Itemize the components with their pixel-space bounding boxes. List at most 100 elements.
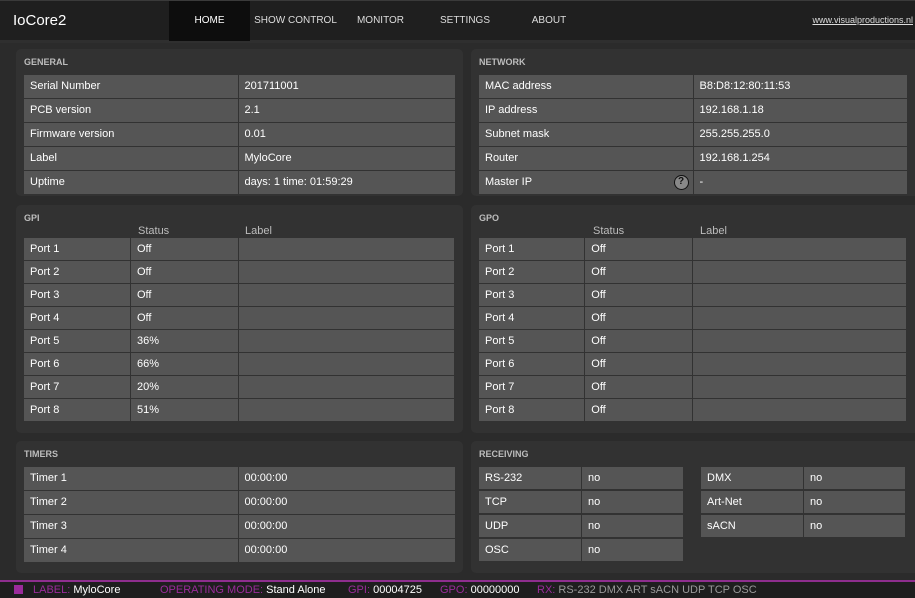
gpo-port-name: Port 7 <box>479 376 585 398</box>
timer-row: Timer 3 00:00:00 <box>24 515 455 538</box>
serial-number-label: Serial Number <box>24 75 238 98</box>
gpi-status-header: Status <box>138 225 170 237</box>
gpo-port-name: Port 3 <box>479 284 585 306</box>
general-row: Firmware version 0.01 <box>24 123 455 146</box>
gpo-port-label[interactable] <box>692 399 906 421</box>
gpi-port-name: Port 4 <box>24 307 130 329</box>
gpo-port-row: Port 2 Off <box>479 261 907 283</box>
gpo-port-row: Port 7 Off <box>479 376 907 398</box>
gpi-port-row: Port 1 Off <box>24 238 455 260</box>
gpi-port-status: Off <box>131 238 238 260</box>
status-rx-key: RX: <box>537 584 556 596</box>
nav-monitor[interactable]: MONITOR <box>341 1 420 41</box>
gpi-port-label[interactable] <box>239 330 454 352</box>
gpo-port-label[interactable] <box>692 307 906 329</box>
gpi-port-name: Port 3 <box>24 284 130 306</box>
serial-number-value: 201711001 <box>238 75 455 98</box>
gpo-port-status[interactable]: Off <box>585 353 692 375</box>
gpi-port-name: Port 8 <box>24 399 130 421</box>
gpo-port-row: Port 5 Off <box>479 330 907 352</box>
gpo-port-row: Port 8 Off <box>479 399 907 421</box>
website-link[interactable]: www.visualproductions.nl <box>812 15 913 25</box>
app-title: IoCore2 <box>13 12 67 29</box>
gpo-port-status[interactable]: Off <box>585 307 692 329</box>
gpi-port-row: Port 8 51% <box>24 399 455 421</box>
gpo-port-status[interactable]: Off <box>585 238 692 260</box>
status-rx-value: RS-232 DMX ART sACN UDP TCP OSC <box>558 584 757 596</box>
gpo-port-label[interactable] <box>692 238 906 260</box>
status-mode-key: OPERATING MODE: <box>160 584 264 596</box>
gpi-port-status: 66% <box>131 353 238 375</box>
gpi-port-label[interactable] <box>239 376 454 398</box>
status-label-key: LABEL: <box>33 584 71 596</box>
timer-label: Timer 2 <box>24 491 238 514</box>
gpo-port-label[interactable] <box>692 376 906 398</box>
gpi-port-name: Port 2 <box>24 261 130 283</box>
rx-udp-value: no <box>582 515 683 537</box>
gpi-port-row: Port 5 36% <box>24 330 455 352</box>
gpo-port-name: Port 6 <box>479 353 585 375</box>
uptime-value: days: 1 time: 01:59:29 <box>238 171 455 194</box>
gpo-port-label[interactable] <box>692 353 906 375</box>
gpo-port-name: Port 1 <box>479 238 585 260</box>
firmware-version-label: Firmware version <box>24 123 238 146</box>
nav-settings[interactable]: SETTINGS <box>420 1 510 41</box>
gpi-port-row: Port 2 Off <box>24 261 455 283</box>
network-row: MAC address B8:D8:12:80:11:53 <box>479 75 907 98</box>
gpo-port-status[interactable]: Off <box>585 376 692 398</box>
gpo-port-row: Port 4 Off <box>479 307 907 329</box>
rx-tcp-label: TCP <box>479 491 581 513</box>
rx-rs232-value: no <box>582 467 683 489</box>
gpi-port-label[interactable] <box>239 284 454 306</box>
help-icon[interactable]: ? <box>673 175 689 190</box>
gpi-port-label[interactable] <box>239 307 454 329</box>
status-mode-value: Stand Alone <box>266 584 326 596</box>
firmware-version-value: 0.01 <box>238 123 455 146</box>
gpi-port-label[interactable] <box>239 238 454 260</box>
receiving-title: RECEIVING <box>479 449 529 459</box>
gpo-port-name: Port 8 <box>479 399 585 421</box>
timer-value: 00:00:00 <box>238 491 455 514</box>
status-mode: OPERATING MODE: Stand Alone <box>160 582 326 598</box>
status-indicator <box>14 585 23 594</box>
receiving-row: RS-232 no DMX no <box>479 467 907 489</box>
gpo-column-headers: Status Label <box>479 225 907 238</box>
gpi-port-row: Port 3 Off <box>24 284 455 306</box>
gpo-port-status[interactable]: Off <box>585 261 692 283</box>
nav-show-control[interactable]: SHOW CONTROL <box>250 1 341 41</box>
gpi-port-label[interactable] <box>239 261 454 283</box>
status-gpi-value: 00004725 <box>373 584 423 596</box>
gpo-port-status[interactable]: Off <box>585 284 692 306</box>
gpo-port-status[interactable]: Off <box>585 330 692 352</box>
gpo-port-label[interactable] <box>692 261 906 283</box>
gpi-panel: GPI Status Label Port 1 Off Port 2 Off P… <box>16 205 463 433</box>
general-row: Serial Number 201711001 <box>24 75 455 98</box>
rx-dmx-value: no <box>804 467 905 489</box>
network-row: Master IP ? - <box>479 171 907 194</box>
gpi-port-label[interactable] <box>239 399 454 421</box>
gpi-port-label[interactable] <box>239 353 454 375</box>
gpi-port-name: Port 7 <box>24 376 130 398</box>
rx-artnet-label: Art-Net <box>701 491 803 513</box>
subnet-mask-label: Subnet mask <box>479 123 693 146</box>
master-ip-value: - <box>693 171 907 194</box>
gpo-port-label[interactable] <box>692 284 906 306</box>
general-row: PCB version 2.1 <box>24 99 455 122</box>
status-label: LABEL: MyloCore <box>33 582 120 598</box>
timer-label: Timer 4 <box>24 539 238 562</box>
rx-artnet-value: no <box>804 491 905 513</box>
network-row: Subnet mask 255.255.255.0 <box>479 123 907 146</box>
rx-tcp-value: no <box>582 491 683 513</box>
nav-about[interactable]: ABOUT <box>510 1 588 41</box>
network-panel: NETWORK MAC address B8:D8:12:80:11:53 IP… <box>471 49 915 196</box>
nav-home[interactable]: HOME <box>169 1 250 41</box>
rx-sacn-label: sACN <box>701 515 803 537</box>
gpo-port-status[interactable]: Off <box>585 399 692 421</box>
gpi-port-name: Port 6 <box>24 353 130 375</box>
gpo-label-header: Label <box>700 225 727 237</box>
gpo-port-label[interactable] <box>692 330 906 352</box>
gpi-port-status: 36% <box>131 330 238 352</box>
status-bar: LABEL: MyloCore OPERATING MODE: Stand Al… <box>0 580 915 598</box>
